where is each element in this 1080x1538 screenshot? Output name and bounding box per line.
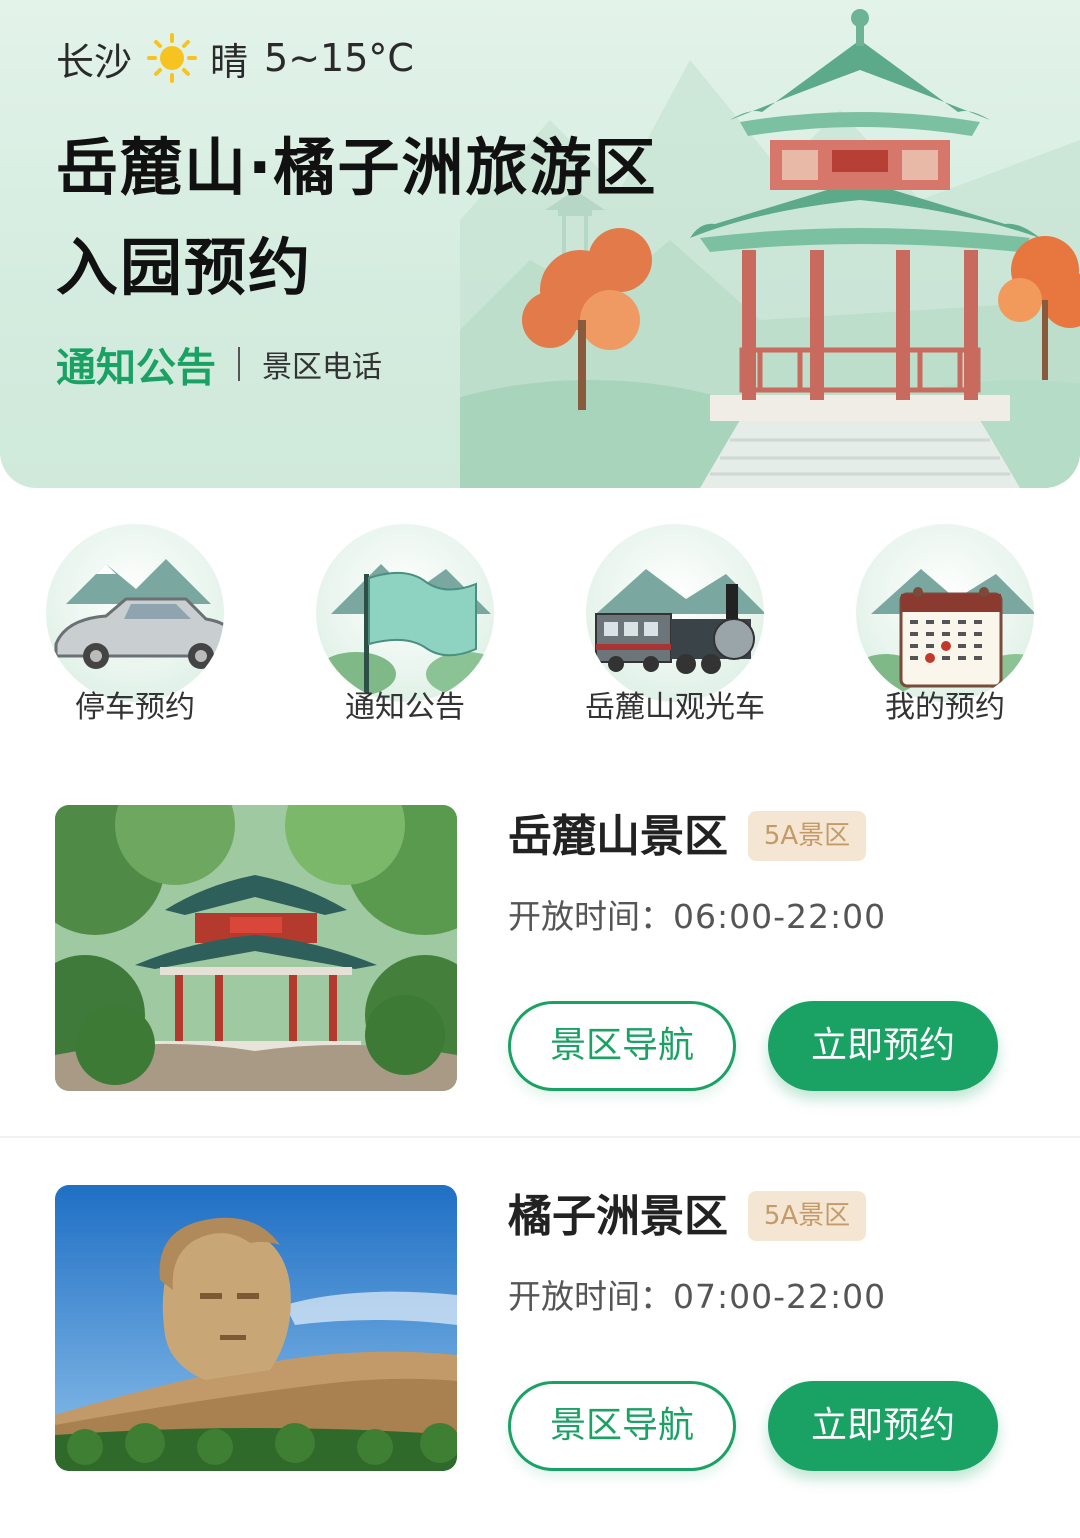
- spot-name: 橘子洲景区: [508, 1191, 728, 1242]
- hours-label: 开放时间：: [508, 897, 673, 936]
- book-now-button[interactable]: 立即预约: [768, 1001, 998, 1091]
- title-line-2: 入园预约: [56, 231, 313, 304]
- scenic-card-yuelu: 岳麓山景区 5A景区 开放时间：06:00-22:00 景区导航 立即预约: [0, 805, 1080, 1145]
- temperature: 5~15°C: [264, 36, 414, 80]
- juzizhou-photo[interactable]: [55, 1185, 457, 1471]
- weather-condition: 晴: [210, 39, 249, 84]
- hours-value: 06:00-22:00: [673, 897, 887, 936]
- phone-link[interactable]: 景区电话: [262, 342, 382, 386]
- quick-entry-label: 停车预约: [75, 690, 195, 725]
- notice-link[interactable]: 通知公告: [56, 335, 216, 393]
- quick-entry-my-booking[interactable]: 我的预约: [810, 520, 1080, 740]
- hours-label: 开放时间：: [508, 1277, 673, 1316]
- car-icon: [46, 524, 224, 702]
- link-divider: [238, 347, 240, 381]
- opening-hours: 开放时间：06:00-22:00: [508, 895, 886, 939]
- opening-hours: 开放时间：07:00-22:00: [508, 1275, 886, 1319]
- book-now-button[interactable]: 立即预约: [768, 1381, 998, 1471]
- navigate-button[interactable]: 景区导航: [508, 1001, 736, 1091]
- rating-badge: 5A景区: [748, 811, 866, 861]
- header-links: 通知公告 景区电话: [56, 334, 382, 394]
- scenic-card-juzizhou: 橘子洲景区 5A景区 开放时间：07:00-22:00 景区导航 立即预约: [0, 1185, 1080, 1525]
- quick-entry-parking[interactable]: 停车预约: [0, 520, 270, 740]
- hours-value: 07:00-22:00: [673, 1277, 887, 1316]
- weather-bar: 长沙 晴 5~15°C: [56, 30, 414, 86]
- calendar-icon: [856, 524, 1034, 702]
- sun-icon: [146, 32, 198, 84]
- train-icon: [586, 524, 764, 702]
- card-divider: [0, 1136, 1080, 1138]
- yuelu-photo[interactable]: [55, 805, 457, 1091]
- spot-name: 岳麓山景区: [508, 811, 728, 862]
- quick-entry-notice[interactable]: 通知公告: [270, 520, 540, 740]
- quick-entry-shuttle[interactable]: 岳麓山观光车: [540, 520, 810, 740]
- title-line-1: 岳麓山·橘子洲旅游区: [56, 131, 658, 204]
- city-name: 长沙: [56, 39, 133, 84]
- quick-entry-label: 岳麓山观光车: [585, 690, 765, 725]
- quick-entry-label: 我的预约: [885, 690, 1005, 725]
- rating-badge: 5A景区: [748, 1191, 866, 1241]
- navigate-button[interactable]: 景区导航: [508, 1381, 736, 1471]
- quick-entry-label: 通知公告: [345, 690, 465, 725]
- hero-banner: 长沙 晴 5~15°C 岳麓山·橘子洲旅游区 入园预约 通知公告 景区电话: [0, 0, 1080, 488]
- page-title: 岳麓山·橘子洲旅游区 入园预约: [56, 118, 658, 318]
- quick-entry-grid: 停车预约 通知公告 岳麓山观光车 我的预约: [0, 520, 1080, 740]
- flag-icon: [316, 524, 494, 702]
